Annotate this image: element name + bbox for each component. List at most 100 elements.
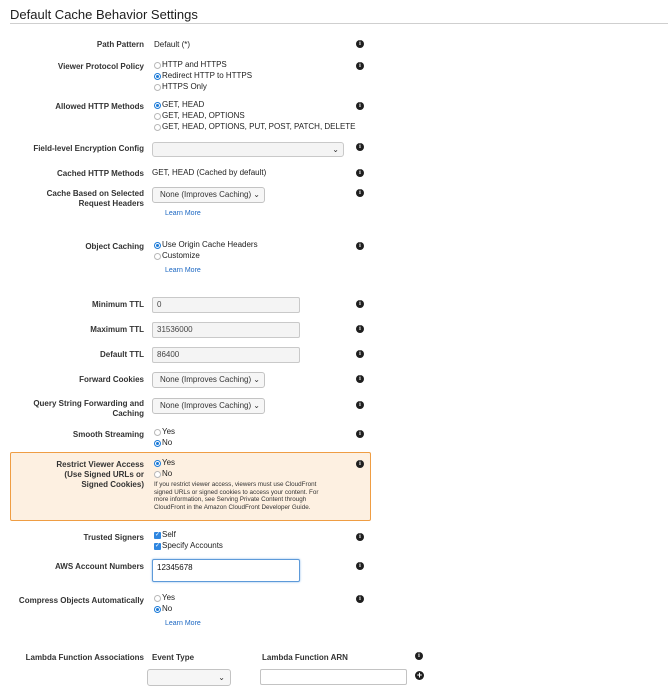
- smooth-streaming-option-no[interactable]: No: [154, 438, 172, 448]
- info-icon[interactable]: i: [356, 300, 364, 308]
- allowed-methods-option-get-head-options[interactable]: GET, HEAD, OPTIONS: [154, 111, 245, 121]
- info-icon[interactable]: i: [356, 325, 364, 333]
- object-caching-option-customize[interactable]: Customize: [154, 251, 200, 261]
- compress-learn-more-link[interactable]: Learn More: [165, 619, 201, 628]
- allowed-methods-option-all[interactable]: GET, HEAD, OPTIONS, PUT, POST, PATCH, DE…: [154, 122, 356, 132]
- radio-icon[interactable]: [154, 470, 161, 478]
- cache-headers-select[interactable]: None (Improves Caching) ⌄: [152, 187, 265, 203]
- radio-icon[interactable]: [154, 101, 161, 109]
- option-label: Use Origin Cache Headers: [162, 240, 258, 249]
- query-string-label-line2: Caching: [112, 409, 144, 418]
- radio-icon[interactable]: [154, 594, 161, 602]
- radio-icon[interactable]: [154, 241, 161, 249]
- info-icon[interactable]: i: [356, 460, 364, 468]
- compress-option-no[interactable]: No: [154, 604, 172, 614]
- option-label: HTTPS Only: [162, 82, 207, 91]
- chevron-down-icon: ⌄: [218, 673, 225, 682]
- query-string-select[interactable]: None (Improves Caching) ⌄: [152, 398, 265, 414]
- option-label: GET, HEAD, OPTIONS, PUT, POST, PATCH, DE…: [162, 122, 356, 131]
- info-icon[interactable]: i: [356, 595, 364, 603]
- radio-icon[interactable]: [154, 605, 161, 613]
- option-label: HTTP and HTTPS: [162, 60, 227, 69]
- restrict-viewer-option-no[interactable]: No: [154, 469, 172, 479]
- radio-icon[interactable]: [154, 112, 161, 120]
- title-divider: [10, 23, 668, 24]
- lambda-arn-input[interactable]: [260, 669, 407, 685]
- restrict-viewer-label-line2: (Use Signed URLs or: [64, 470, 144, 479]
- option-label: Yes: [162, 427, 176, 436]
- object-caching-learn-more-link[interactable]: Learn More: [165, 266, 201, 275]
- default-ttl-input[interactable]: 86400: [152, 347, 300, 363]
- page-title: Default Cache Behavior Settings: [10, 7, 198, 22]
- info-icon[interactable]: i: [356, 40, 364, 48]
- query-string-label-line1: Query String Forwarding and: [33, 399, 144, 408]
- radio-icon[interactable]: [154, 83, 161, 91]
- trusted-signers-self-checkbox[interactable]: ✓ Self: [154, 530, 176, 540]
- restrict-viewer-option-yes[interactable]: Yes: [154, 458, 175, 468]
- cached-methods-value: GET, HEAD (Cached by default): [152, 168, 267, 177]
- info-icon[interactable]: i: [356, 62, 364, 70]
- info-icon[interactable]: i: [356, 102, 364, 110]
- radio-icon[interactable]: [154, 252, 161, 260]
- chevron-down-icon: ⌄: [253, 401, 260, 410]
- option-label: GET, HEAD: [162, 100, 205, 109]
- option-label: Specify Accounts: [162, 541, 223, 550]
- viewer-protocol-option-redirect[interactable]: Redirect HTTP to HTTPS: [154, 71, 252, 81]
- checkbox-icon[interactable]: ✓: [154, 542, 161, 550]
- object-caching-option-origin[interactable]: Use Origin Cache Headers: [154, 240, 258, 250]
- compress-option-yes[interactable]: Yes: [154, 593, 175, 603]
- trusted-signers-specify-checkbox[interactable]: ✓ Specify Accounts: [154, 541, 223, 551]
- radio-icon[interactable]: [154, 428, 161, 436]
- restrict-viewer-label-line1: Restrict Viewer Access: [56, 460, 144, 469]
- info-icon[interactable]: i: [356, 533, 364, 541]
- query-string-value: None (Improves Caching): [160, 401, 252, 410]
- aws-accounts-label: AWS Account Numbers: [54, 562, 144, 571]
- radio-icon[interactable]: [154, 72, 161, 80]
- info-icon[interactable]: i: [356, 375, 364, 383]
- aws-accounts-textarea[interactable]: 12345678: [152, 559, 300, 582]
- info-icon[interactable]: i: [356, 143, 364, 151]
- event-type-select[interactable]: ⌄: [147, 669, 231, 686]
- minimum-ttl-label: Minimum TTL: [92, 300, 144, 309]
- info-icon[interactable]: i: [356, 401, 364, 409]
- radio-icon[interactable]: [154, 61, 161, 69]
- info-icon[interactable]: i: [356, 562, 364, 570]
- chevron-down-icon: ⌄: [253, 375, 260, 384]
- info-icon[interactable]: i: [356, 242, 364, 250]
- checkbox-icon[interactable]: ✓: [154, 531, 161, 539]
- info-icon[interactable]: i: [356, 350, 364, 358]
- option-label: GET, HEAD, OPTIONS: [162, 111, 245, 120]
- option-label: Customize: [162, 251, 200, 260]
- allowed-methods-option-get-head[interactable]: GET, HEAD: [154, 100, 204, 110]
- radio-icon[interactable]: [154, 459, 161, 467]
- radio-icon[interactable]: [154, 439, 161, 447]
- cache-headers-label-line1: Cache Based on Selected: [46, 189, 144, 198]
- viewer-protocol-option-https-only[interactable]: HTTPS Only: [154, 82, 207, 92]
- radio-icon[interactable]: [154, 123, 161, 131]
- cached-methods-label: Cached HTTP Methods: [57, 169, 144, 178]
- option-label: Yes: [162, 593, 176, 602]
- smooth-streaming-option-yes[interactable]: Yes: [154, 427, 175, 437]
- cache-headers-value: None (Improves Caching): [160, 190, 252, 199]
- info-icon[interactable]: i: [356, 430, 364, 438]
- maximum-ttl-label: Maximum TTL: [90, 325, 144, 334]
- minimum-ttl-input[interactable]: 0: [152, 297, 300, 313]
- event-type-header: Event Type: [152, 653, 195, 662]
- lambda-label: Lambda Function Associations: [25, 653, 144, 662]
- restrict-viewer-note: If you restrict viewer access, viewers m…: [154, 481, 319, 511]
- path-pattern-value: Default (*): [154, 40, 191, 49]
- lambda-arn-header: Lambda Function ARN: [262, 653, 348, 662]
- default-ttl-label: Default TTL: [100, 350, 144, 359]
- cache-headers-learn-more-link[interactable]: Learn More: [165, 209, 201, 218]
- viewer-protocol-option-http-https[interactable]: HTTP and HTTPS: [154, 60, 227, 70]
- info-icon[interactable]: i: [356, 189, 364, 197]
- smooth-streaming-label: Smooth Streaming: [72, 430, 144, 439]
- maximum-ttl-input[interactable]: 31536000: [152, 322, 300, 338]
- info-icon[interactable]: i: [415, 652, 423, 660]
- option-label: Redirect HTTP to HTTPS: [162, 71, 253, 80]
- path-pattern-label: Path Pattern: [96, 40, 144, 49]
- add-icon[interactable]: +: [415, 671, 424, 680]
- field-encryption-select[interactable]: ⌄: [152, 142, 344, 157]
- info-icon[interactable]: i: [356, 169, 364, 177]
- forward-cookies-select[interactable]: None (Improves Caching) ⌄: [152, 372, 265, 388]
